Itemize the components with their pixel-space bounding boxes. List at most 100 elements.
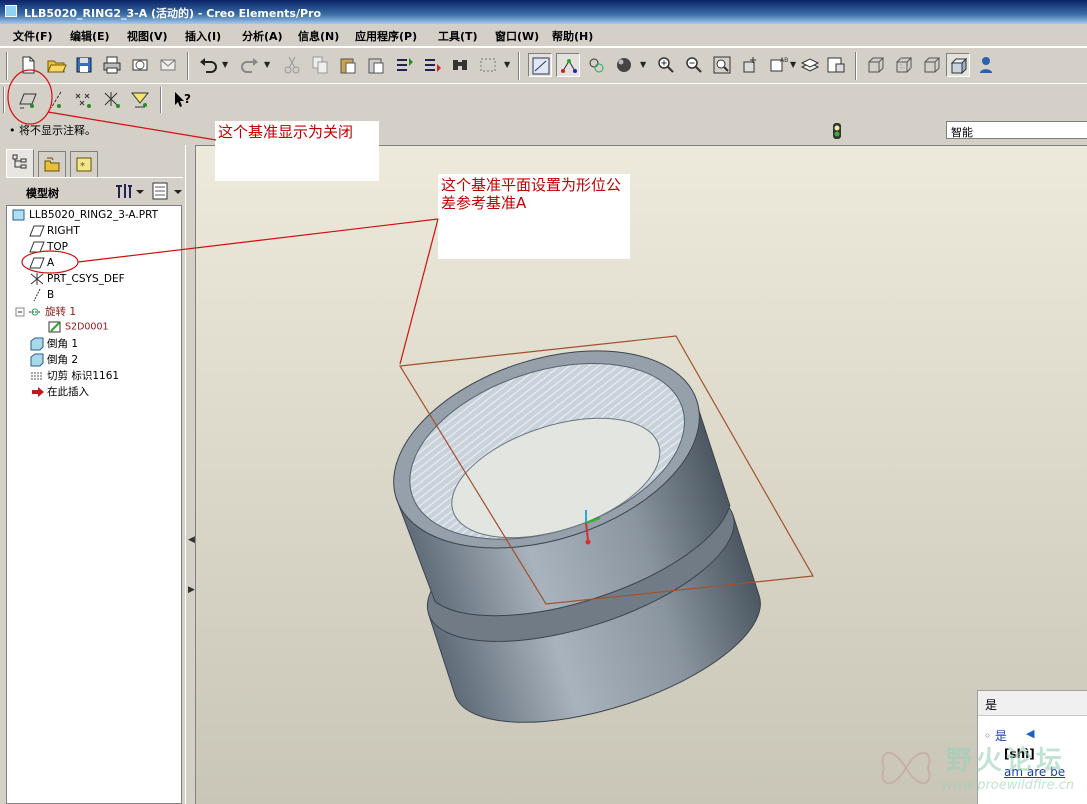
- orient-icon[interactable]: [556, 53, 580, 77]
- watermark-text: 野火论坛: [946, 746, 1067, 776]
- collapse-left-icon[interactable]: ◀: [188, 535, 195, 545]
- tree-item-b[interactable]: B: [29, 288, 54, 304]
- shading-icon[interactable]: [612, 53, 636, 77]
- tree-item-top[interactable]: TOP: [29, 240, 68, 256]
- redo-icon[interactable]: [238, 53, 262, 77]
- select-dropdown-icon[interactable]: ▼: [504, 53, 512, 77]
- main-toolbar: ▼ ▼ ▼ ▼ AB ▼: [0, 47, 1087, 85]
- menu-window[interactable]: 窗口(W): [495, 28, 539, 44]
- revolve-icon: [27, 305, 43, 319]
- title-bar: LLB5020_RING2_3-A (活动的) - Creo Elements/…: [0, 0, 1087, 24]
- menu-bar: 文件(F) 编辑(E) 视图(V) 插入(I) 分析(A) 信息(N) 应用程序…: [0, 24, 1087, 47]
- model-tree-tab-icon[interactable]: [6, 149, 34, 177]
- menu-analysis[interactable]: 分析(A): [242, 28, 283, 44]
- datum-axis-display-icon[interactable]: [44, 88, 68, 112]
- menu-applications[interactable]: 应用程序(P): [355, 28, 417, 44]
- find-icon[interactable]: [448, 53, 472, 77]
- refit-icon[interactable]: [710, 53, 734, 77]
- menu-file[interactable]: 文件(F): [13, 28, 53, 44]
- paste-special-icon[interactable]: [364, 53, 388, 77]
- csys-display-icon[interactable]: [100, 88, 124, 112]
- tree-header: 模型树: [6, 177, 183, 206]
- annotation-display-icon[interactable]: [128, 88, 152, 112]
- watermark-url: www.proewildfire.cn: [942, 778, 1075, 793]
- new-file-icon[interactable]: [16, 53, 40, 77]
- select-box-icon[interactable]: [476, 53, 500, 77]
- panel-splitter[interactable]: ◀ ▶: [185, 145, 196, 804]
- email-icon[interactable]: [128, 53, 152, 77]
- context-help-icon[interactable]: ?: [170, 88, 194, 112]
- menu-tools[interactable]: 工具(T): [438, 28, 478, 44]
- tree-item-sketch[interactable]: S2D0001: [47, 320, 109, 336]
- svg-text:?: ?: [184, 92, 191, 106]
- views-dropdown-icon[interactable]: ▼: [790, 53, 798, 77]
- no-hidden-icon[interactable]: [920, 53, 944, 77]
- hidden-line-icon[interactable]: [892, 53, 916, 77]
- menu-info[interactable]: 信息(N): [298, 28, 339, 44]
- spin-center-icon[interactable]: [528, 53, 552, 77]
- tree-title: 模型树: [26, 187, 59, 200]
- menu-insert[interactable]: 插入(I): [185, 28, 221, 44]
- svg-text:AB: AB: [780, 57, 788, 64]
- model-viewport: [393, 335, 814, 723]
- datum-plane-display-icon[interactable]: [16, 88, 40, 112]
- menu-help[interactable]: 帮助(H): [552, 28, 593, 44]
- model-tree-icon[interactable]: [974, 53, 998, 77]
- datum-toolbar: ?: [0, 83, 1087, 118]
- part-icon: [11, 208, 27, 222]
- insert-here-icon: [29, 385, 45, 399]
- open-folder-icon[interactable]: [44, 53, 68, 77]
- reorient-icon[interactable]: [738, 53, 762, 77]
- sketch-icon: [47, 320, 63, 334]
- cosmetic-thread-icon: [29, 369, 45, 383]
- tree-item-part[interactable]: LLB5020_RING2_3-A.PRT: [11, 208, 158, 224]
- regen-manager-icon[interactable]: [420, 53, 444, 77]
- forum-watermark: 野火论坛 www.proewildfire.cn: [876, 738, 1087, 804]
- message-bar: • 将不显示注释。 智能: [0, 117, 1087, 146]
- regenerate-icon[interactable]: [392, 53, 416, 77]
- tree-columns-icon[interactable]: [150, 180, 184, 202]
- zoom-in-icon[interactable]: [654, 53, 678, 77]
- graphics-window[interactable]: [196, 146, 1087, 804]
- tree-item-right[interactable]: RIGHT: [29, 224, 80, 240]
- redo-dropdown-icon[interactable]: ▼: [264, 53, 272, 77]
- chamfer-icon: [29, 337, 45, 351]
- cut-icon[interactable]: [280, 53, 304, 77]
- menu-edit[interactable]: 编辑(E): [70, 28, 110, 44]
- email-link-icon[interactable]: [156, 53, 180, 77]
- layers-icon[interactable]: [798, 53, 822, 77]
- shading-dropdown-icon[interactable]: ▼: [640, 53, 648, 77]
- save-icon[interactable]: [72, 53, 96, 77]
- undo-icon[interactable]: [196, 53, 220, 77]
- annotation-note-datum-off: 这个基准显示为关闭: [215, 121, 379, 181]
- shaded-icon[interactable]: [946, 53, 970, 77]
- menu-view[interactable]: 视图(V): [127, 28, 168, 44]
- print-icon[interactable]: [100, 53, 124, 77]
- tree-item-chamfer-1[interactable]: 倒角 1: [29, 336, 78, 352]
- tree-item-insert-here[interactable]: 在此插入: [29, 384, 89, 400]
- folder-browser-tab-icon[interactable]: [38, 151, 66, 177]
- tree-item-chamfer-2[interactable]: 倒角 2: [29, 352, 78, 368]
- tree-item-revolve[interactable]: 旋转 1: [13, 304, 76, 320]
- navigator-panel: * 模型树 LLB5020_RING2_3-A.PRT RIGHT TOP A …: [0, 145, 185, 804]
- copy-icon[interactable]: [308, 53, 332, 77]
- expand-right-icon[interactable]: ▶: [188, 585, 195, 595]
- favorites-tab-icon[interactable]: *: [70, 151, 98, 177]
- datum-point-display-icon[interactable]: [72, 88, 96, 112]
- chamfer-icon: [29, 353, 45, 367]
- selection-filter[interactable]: 智能: [946, 121, 1087, 139]
- saved-views-icon[interactable]: AB: [766, 53, 790, 77]
- tree-item-csys[interactable]: PRT_CSYS_DEF: [29, 272, 125, 288]
- view-manager-icon[interactable]: [824, 53, 848, 77]
- expand-minus-icon[interactable]: [13, 305, 25, 319]
- butterfly-logo-icon: [881, 752, 931, 784]
- tree-item-a[interactable]: A: [29, 256, 54, 272]
- tree-settings-icon[interactable]: [112, 180, 146, 202]
- zoom-out-icon[interactable]: [682, 53, 706, 77]
- undo-dropdown-icon[interactable]: ▼: [222, 53, 230, 77]
- ring-model: [393, 350, 761, 723]
- wireframe-icon[interactable]: [864, 53, 888, 77]
- datum-display-icon[interactable]: [584, 53, 608, 77]
- tree-item-cosmetic[interactable]: 切剪 标识1161: [29, 368, 119, 384]
- paste-icon[interactable]: [336, 53, 360, 77]
